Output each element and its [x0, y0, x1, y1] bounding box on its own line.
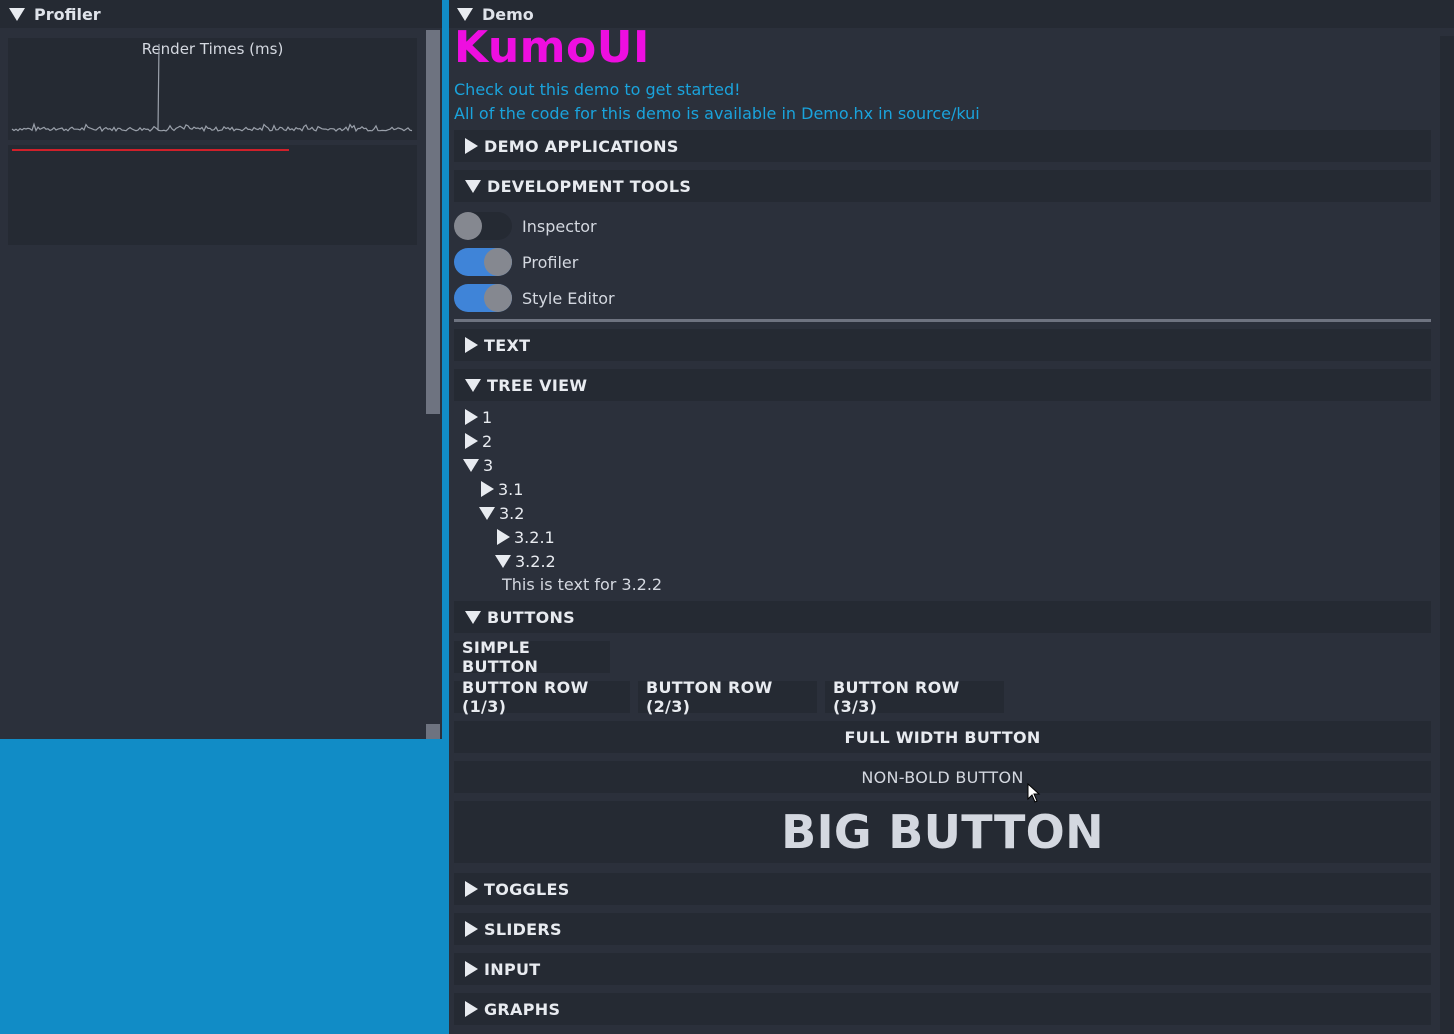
page-title: KumoUI: [454, 22, 650, 73]
style-editor-toggle[interactable]: [454, 284, 512, 312]
collapse-icon: [463, 458, 479, 472]
expand-icon: [465, 409, 478, 425]
section-development-tools[interactable]: DEVELOPMENT TOOLS: [454, 170, 1431, 202]
expand-icon: [465, 881, 478, 897]
tree-node-3-1[interactable]: 3.1: [481, 478, 523, 500]
style-editor-toggle-row: Style Editor: [454, 283, 615, 313]
expand-icon: [465, 961, 478, 977]
section-tree-view[interactable]: TREE VIEW: [454, 369, 1431, 401]
expand-icon: [465, 433, 478, 449]
section-label: GRAPHS: [484, 999, 561, 1019]
profiler-toggle[interactable]: [454, 248, 512, 276]
section-label: TEXT: [484, 335, 531, 355]
tree-node-2[interactable]: 2: [465, 430, 492, 452]
section-label: INPUT: [484, 959, 541, 979]
section-buttons[interactable]: BUTTONS: [454, 601, 1431, 633]
button-row-3[interactable]: BUTTON ROW (3/3): [825, 678, 1004, 716]
collapse-icon: [495, 554, 511, 568]
tree-node-label: 3.2: [499, 503, 525, 523]
profiler-title-bar[interactable]: Profiler: [0, 0, 442, 28]
big-button[interactable]: BIG BUTTON: [454, 801, 1431, 863]
profiler-toggle-row: Profiler: [454, 247, 578, 277]
simple-button[interactable]: SIMPLE BUTTON: [454, 638, 610, 676]
profiler-window: Profiler Render Times (ms): [0, 0, 442, 739]
mouse-cursor-icon: [1027, 783, 1041, 803]
tree-node-1[interactable]: 1: [465, 406, 492, 428]
section-toggles[interactable]: TOGGLES: [454, 873, 1431, 905]
threshold-plot: [12, 149, 289, 151]
section-label: SLIDERS: [484, 919, 562, 939]
demo-title: Demo: [482, 4, 534, 24]
profiler-secondary-graph: [8, 145, 417, 245]
tree-node-label: 2: [482, 431, 493, 451]
collapse-icon: [465, 378, 481, 392]
collapse-icon[interactable]: [9, 7, 25, 21]
section-label: TOGGLES: [484, 879, 570, 899]
tree-node-3-2[interactable]: 3.2: [479, 502, 524, 524]
expand-icon: [497, 529, 510, 545]
section-label: BUTTONS: [487, 607, 575, 627]
render-times-line: [11, 43, 413, 133]
toggle-knob: [454, 212, 482, 240]
toggle-knob: [484, 284, 512, 312]
tree-node-3-2-1[interactable]: 3.2.1: [497, 526, 555, 548]
toggle-knob: [484, 248, 512, 276]
render-times-graph: Render Times (ms): [8, 38, 417, 140]
style-editor-label: Style Editor: [522, 288, 615, 308]
divider: [454, 319, 1431, 322]
expand-icon: [465, 1001, 478, 1017]
expand-icon: [481, 481, 494, 497]
button-row-2[interactable]: BUTTON ROW (2/3): [638, 678, 817, 716]
render-times-plot: [11, 43, 413, 133]
profiler-scrollbar-thumb[interactable]: [426, 30, 440, 414]
tree-node-label: 3.2.2: [515, 551, 556, 571]
full-width-button[interactable]: FULL WIDTH BUTTON: [454, 721, 1431, 753]
expand-icon: [465, 337, 478, 353]
tree-node-label: 3.1: [498, 479, 524, 499]
section-demo-applications[interactable]: DEMO APPLICATIONS: [454, 130, 1431, 162]
section-text[interactable]: TEXT: [454, 329, 1431, 361]
section-sliders[interactable]: SLIDERS: [454, 913, 1431, 945]
expand-icon: [465, 921, 478, 937]
collapse-icon: [465, 610, 481, 624]
collapse-icon: [479, 506, 495, 520]
profiler-resize-handle[interactable]: [426, 724, 440, 739]
demo-scrollbar-track[interactable]: [1440, 36, 1454, 1034]
inspector-label: Inspector: [522, 216, 597, 236]
button-row-1[interactable]: BUTTON ROW (1/3): [454, 678, 630, 716]
demo-window: Demo KumoUI Check out this demo to get s…: [445, 0, 1454, 1034]
tree-node-3-2-2-text: This is text for 3.2.2: [502, 575, 663, 594]
section-label: TREE VIEW: [487, 375, 588, 395]
collapse-icon[interactable]: [457, 7, 473, 21]
section-label: DEVELOPMENT TOOLS: [487, 176, 692, 196]
collapse-icon: [465, 179, 481, 193]
inspector-toggle-row: Inspector: [454, 211, 597, 241]
non-bold-button[interactable]: NON-BOLD BUTTON: [454, 761, 1431, 793]
inspector-toggle[interactable]: [454, 212, 512, 240]
source-info-text: All of the code for this demo is availab…: [454, 104, 980, 123]
profiler-label: Profiler: [522, 252, 579, 272]
tree-node-label: 3: [483, 455, 494, 475]
tree-node-label: 1: [482, 407, 493, 427]
section-input[interactable]: INPUT: [454, 953, 1431, 985]
section-label: DEMO APPLICATIONS: [484, 136, 679, 156]
expand-icon: [465, 138, 478, 154]
intro-text: Check out this demo to get started!: [454, 80, 741, 99]
profiler-title: Profiler: [34, 4, 101, 24]
tree-node-label: 3.2.1: [514, 527, 555, 547]
tree-node-3-2-2[interactable]: 3.2.2: [495, 550, 556, 572]
tree-node-3[interactable]: 3: [463, 454, 493, 476]
section-graphs[interactable]: GRAPHS: [454, 993, 1431, 1025]
